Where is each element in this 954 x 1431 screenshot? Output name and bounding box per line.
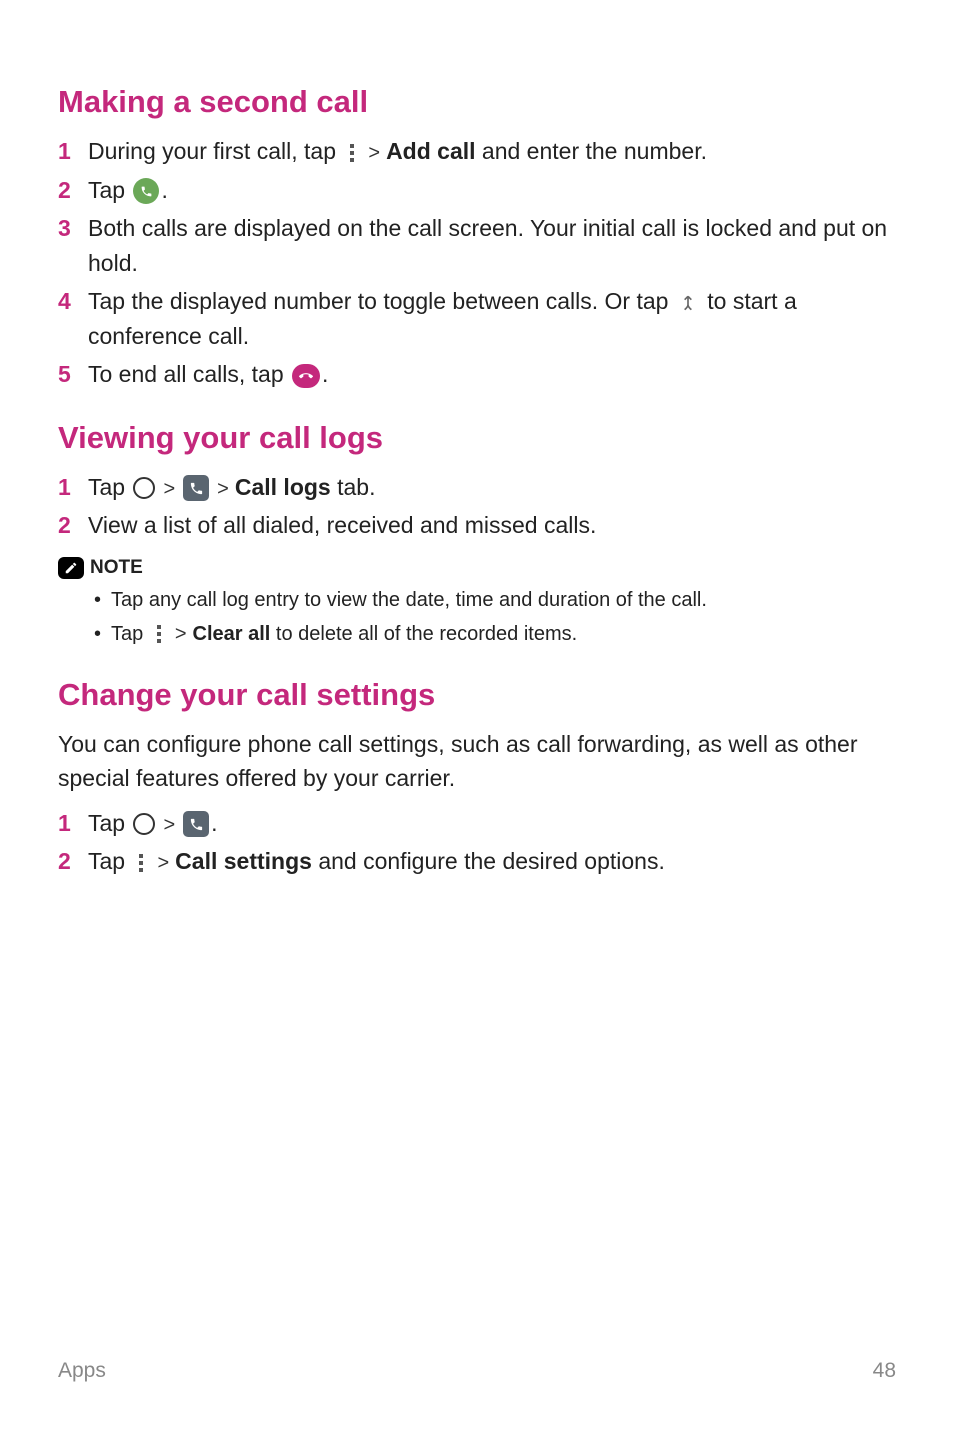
more-options-icon xyxy=(151,624,167,644)
bullet-text: Tap >Clear all to delete all of the reco… xyxy=(111,619,577,649)
more-options-icon xyxy=(344,143,360,163)
step-item: 2 Tap >Call settings and configure the d… xyxy=(58,844,896,879)
note-header: NOTE xyxy=(58,557,896,579)
step-text: Both calls are displayed on the call scr… xyxy=(88,211,896,280)
bullet-item: • Tap any call log entry to view the dat… xyxy=(94,585,896,615)
chevron-icon: > xyxy=(163,474,175,504)
step-number: 5 xyxy=(58,357,82,392)
step-number: 1 xyxy=(58,806,82,841)
step-item: 2 Tap . xyxy=(58,173,896,208)
note-icon xyxy=(58,557,84,579)
call-icon xyxy=(133,178,159,204)
chevron-icon: > xyxy=(163,810,175,840)
home-icon xyxy=(133,813,155,835)
step-number: 2 xyxy=(58,173,82,208)
note-bullets: • Tap any call log entry to view the dat… xyxy=(58,585,896,649)
step-text: Tap the displayed number to toggle betwe… xyxy=(88,284,896,353)
phone-app-icon xyxy=(183,475,209,501)
step-text: Tap >Call settings and configure the des… xyxy=(88,844,896,879)
step-item: 5 To end all calls, tap . xyxy=(58,357,896,392)
step-text: Tap >>Call logs tab. xyxy=(88,470,896,505)
footer: Apps 48 xyxy=(58,1359,896,1383)
step-number: 1 xyxy=(58,470,82,505)
heading-viewing-call-logs: Viewing your call logs xyxy=(58,420,896,456)
step-text: Tap . xyxy=(88,173,896,208)
chevron-icon: > xyxy=(157,848,169,878)
step-item: 1 Tap >. xyxy=(58,806,896,841)
step-number: 4 xyxy=(58,284,82,319)
intro-paragraph: You can configure phone call settings, s… xyxy=(58,727,896,796)
footer-page: 48 xyxy=(873,1359,896,1383)
phone-app-icon xyxy=(183,811,209,837)
merge-calls-icon xyxy=(677,292,699,314)
step-text: During your first call, tap >Add call an… xyxy=(88,134,896,169)
bullet-text: Tap any call log entry to view the date,… xyxy=(111,585,707,615)
more-options-icon xyxy=(133,853,149,873)
bullet-dot-icon: • xyxy=(94,585,101,615)
steps-making-second-call: 1 During your first call, tap >Add call … xyxy=(58,134,896,392)
steps-viewing-call-logs: 1 Tap >>Call logs tab. 2 View a list of … xyxy=(58,470,896,543)
step-item: 1 During your first call, tap >Add call … xyxy=(58,134,896,169)
step-text: View a list of all dialed, received and … xyxy=(88,508,896,543)
step-number: 3 xyxy=(58,211,82,246)
step-item: 1 Tap >>Call logs tab. xyxy=(58,470,896,505)
bullet-dot-icon: • xyxy=(94,619,101,649)
step-text: Tap >. xyxy=(88,806,896,841)
heading-making-second-call: Making a second call xyxy=(58,84,896,120)
step-number: 1 xyxy=(58,134,82,169)
note-label: NOTE xyxy=(90,557,143,579)
bullet-item: • Tap >Clear all to delete all of the re… xyxy=(94,619,896,649)
step-number: 2 xyxy=(58,844,82,879)
home-icon xyxy=(133,477,155,499)
chevron-icon: > xyxy=(175,619,187,649)
chevron-icon: > xyxy=(217,474,229,504)
steps-change-call-settings: 1 Tap >. 2 Tap >Call settings and config… xyxy=(58,806,896,879)
chevron-icon: > xyxy=(368,138,380,168)
step-item: 4 Tap the displayed number to toggle bet… xyxy=(58,284,896,353)
step-text: To end all calls, tap . xyxy=(88,357,896,392)
end-call-icon xyxy=(292,364,320,388)
step-item: 3 Both calls are displayed on the call s… xyxy=(58,211,896,280)
footer-section: Apps xyxy=(58,1359,106,1383)
step-number: 2 xyxy=(58,508,82,543)
heading-change-call-settings: Change your call settings xyxy=(58,677,896,713)
step-item: 2 View a list of all dialed, received an… xyxy=(58,508,896,543)
